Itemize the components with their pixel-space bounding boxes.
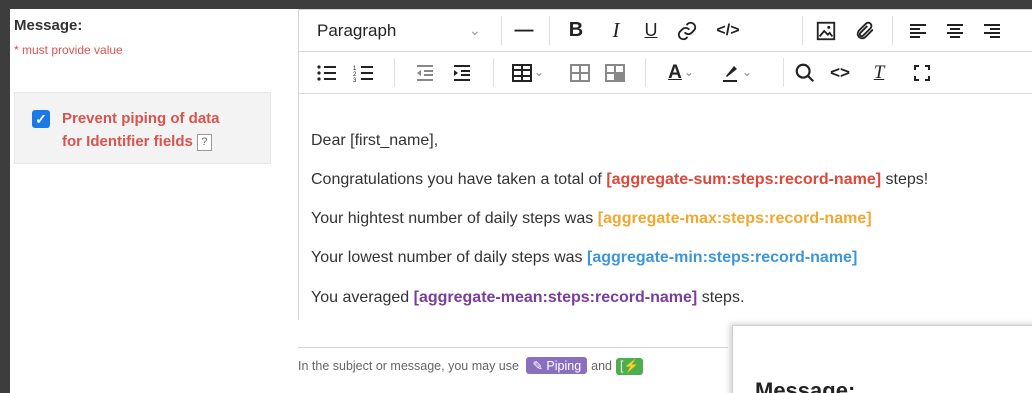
indent-icon[interactable] [449,52,475,93]
aggregate-sum-tag: [aggregate-sum:steps:record-name] [606,171,882,188]
greeting-line: Dear [first_name], [311,132,439,149]
sum-line: Congratulations you have taken a total o… [311,171,928,189]
alert-form-panel: Message: * must provide value ✓ Prevent … [10,9,1032,393]
hint-and: and [591,359,613,373]
attachment-icon[interactable] [851,10,879,51]
format-select[interactable]: Paragraph [317,10,396,51]
message-preview-popup: Message: [732,325,1032,393]
help-icon[interactable]: ? [196,134,212,151]
piping-button-label: Piping [546,359,582,373]
prevent-piping-line2: for Identifier fields [62,133,193,150]
toolbar-divider [802,16,803,45]
text-color-icon: A [668,62,682,83]
piping-hint: In the subject or message, you may use ✎… [298,357,644,375]
prevent-piping-option: ✓ Prevent piping of data for Identifier … [14,92,271,164]
required-note: * must provide value [14,43,123,57]
align-right-icon[interactable] [979,10,1005,51]
toolbar-divider [783,58,784,87]
editor-toolbar-row-1: Paragraph ⌄ — B I U </> [299,10,1032,52]
piping-button[interactable]: ✎ Piping [526,357,588,374]
table-cell-icon[interactable] [567,52,593,93]
chevron-down-icon[interactable]: ⌄ [469,10,481,51]
link-icon[interactable] [673,10,701,51]
toolbar-divider [394,58,395,87]
smart-variables-button[interactable]: [⚡ [616,358,644,375]
toolbar-divider [493,58,494,87]
code-icon[interactable]: </> [711,10,745,51]
highlight-color-button[interactable]: ⌄ [711,52,761,93]
mean-line-suffix: steps. [697,289,745,306]
toolbar-divider [549,16,550,45]
align-left-icon[interactable] [905,10,931,51]
prevent-piping-label[interactable]: Prevent piping of data for Identifier fi… [62,107,252,153]
clear-format-icon[interactable]: T [866,52,892,93]
outdent-icon[interactable] [412,52,438,93]
max-line-text: Your hightest number of daily steps was [311,210,594,227]
min-line: Your lowest number of daily steps was [a… [311,249,857,267]
min-line-text: Your lowest number of daily steps was [311,249,587,266]
align-center-icon[interactable] [942,10,968,51]
aggregate-min-tag: [aggregate-min:steps:record-name] [587,249,858,266]
sum-line-suffix: steps! [881,171,929,188]
search-icon[interactable] [792,52,818,93]
preview-title: Message: [755,378,856,393]
highlighter-icon [722,65,737,82]
numbered-list-icon[interactable]: 123 [351,52,377,93]
toolbar-divider [501,16,502,45]
table-merge-icon[interactable] [602,52,628,93]
toolbar-divider [892,16,893,45]
editor-status-bar [298,319,728,348]
prevent-piping-checkbox[interactable]: ✓ [32,110,50,128]
prevent-piping-line1: Prevent piping of data [62,110,220,127]
aggregate-max-tag: [aggregate-max:steps:record-name] [597,210,872,227]
svg-text:3: 3 [353,78,357,83]
field-label-column: Message: * must provide value ✓ Prevent … [10,9,298,393]
image-icon[interactable] [812,10,840,51]
editor-toolbar-row-2: 123 ⌄ A ⌄ ⌄ <> T [299,52,1032,94]
text-color-button[interactable]: A ⌄ [657,52,705,93]
underline-button[interactable]: U [640,10,662,51]
table-icon[interactable]: ⌄ [507,52,549,93]
mean-line-text: You averaged [311,289,410,306]
bullet-list-icon[interactable] [314,52,340,93]
fullscreen-icon[interactable] [909,52,935,93]
message-label: Message: [14,17,83,34]
editor-content[interactable]: Dear [first_name], Congratulations you h… [299,94,1032,320]
italic-button[interactable]: I [605,10,627,51]
hint-text: In the subject or message, you may use [298,359,519,373]
source-code-icon[interactable]: <> [827,52,853,93]
pencil-icon: ✎ [532,359,543,373]
mean-line: You averaged [aggregate-mean:steps:recor… [311,289,744,307]
sum-line-text: Congratulations you have taken a total o… [311,171,602,188]
max-line: Your hightest number of daily steps was … [311,210,872,228]
rich-text-editor: Paragraph ⌄ — B I U </> 1 2 3 ⌄ A ⌄ ⌄ <>… [298,9,1032,320]
aggregate-mean-tag: [aggregate-mean:steps:record-name] [413,289,698,306]
toolbar-divider [645,58,646,87]
bold-button[interactable]: B [565,10,587,51]
horizontal-rule-button[interactable]: — [510,10,538,51]
